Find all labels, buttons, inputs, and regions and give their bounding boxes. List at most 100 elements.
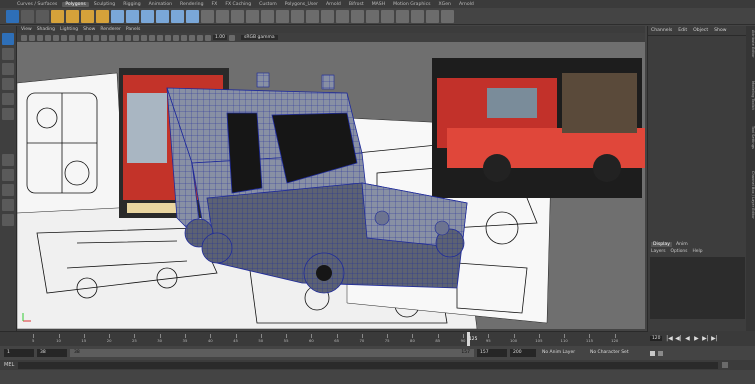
command-language-label[interactable]: MEL [4, 362, 14, 368]
anti-aliasing-icon[interactable] [157, 34, 163, 41]
side-tab-2[interactable]: Tool Settings [746, 126, 755, 149]
layer-menu-layers[interactable]: Layers [651, 249, 666, 254]
shelf-tab-1[interactable]: Polygons [62, 1, 89, 7]
viewport-menu-show[interactable]: Show [83, 27, 95, 32]
cylinder-icon[interactable] [141, 9, 154, 23]
range-handle-end[interactable]: 157 [461, 349, 470, 357]
undo-icon[interactable] [51, 9, 64, 23]
image-plane-icon[interactable] [37, 34, 43, 41]
four-view-icon[interactable] [2, 169, 14, 181]
scale-tool-icon[interactable] [2, 108, 14, 120]
torus-icon[interactable] [186, 9, 199, 23]
animation-end-field[interactable]: 200 [510, 349, 536, 357]
single-view-icon[interactable] [2, 154, 14, 166]
fill-hole-icon[interactable] [336, 9, 349, 23]
command-input[interactable] [18, 361, 719, 369]
channel-box-menu-edit[interactable]: Edit [678, 28, 687, 33]
script-editor-icon[interactable] [722, 362, 729, 368]
play-backwards-icon[interactable]: ◀ [683, 335, 691, 343]
camera-attributes-icon[interactable] [21, 34, 27, 41]
smooth-icon[interactable] [261, 9, 274, 23]
shelf-tab-2[interactable]: Sculpting [91, 2, 118, 7]
select-tool-icon[interactable] [2, 33, 14, 45]
shelf-tab-3[interactable]: Rigging [120, 2, 143, 7]
depth-of-field-icon[interactable] [165, 34, 171, 41]
animation-start-field[interactable]: 1 [4, 349, 34, 357]
playback-end-field[interactable]: 157 [477, 349, 507, 357]
shelf-tab-7[interactable]: FX Caching [222, 2, 254, 7]
step-back-key-icon[interactable]: ◀| [674, 335, 682, 343]
uv-editor-icon[interactable] [396, 9, 409, 23]
wireframe-on-shaded-icon[interactable] [109, 34, 115, 41]
wireframe-icon[interactable] [93, 34, 99, 41]
separate-icon[interactable] [216, 9, 229, 23]
channel-box-menu-object[interactable]: Object [693, 28, 708, 33]
auto-map-icon[interactable] [441, 9, 454, 23]
go-to-end-icon[interactable]: ▶| [710, 335, 718, 343]
gate-mask-icon[interactable] [69, 34, 75, 41]
shelf-tab-5[interactable]: Rendering [177, 2, 206, 7]
planar-map-icon[interactable] [411, 9, 424, 23]
character-set-dropdown[interactable]: No Character Set [587, 349, 647, 357]
plane-icon[interactable] [171, 9, 184, 23]
preferences-icon[interactable] [658, 350, 663, 356]
viewport-menu-view[interactable]: View [21, 27, 32, 32]
layer-menu-options[interactable]: Options [671, 249, 688, 254]
folder-icon[interactable] [21, 9, 34, 23]
shelf-tab-14[interactable]: XGen [436, 2, 454, 7]
persp-view-icon[interactable] [2, 214, 14, 226]
resolution-gate-icon[interactable] [61, 34, 67, 41]
viewport-menu-renderer[interactable]: Renderer [100, 27, 121, 32]
smooth-shade-icon[interactable] [101, 34, 107, 41]
lights-icon[interactable] [125, 34, 131, 41]
side-tab-1[interactable]: Modeling Toolkit [746, 81, 755, 110]
layer-tab-display[interactable]: Display [651, 242, 672, 247]
bridge-icon[interactable] [291, 9, 304, 23]
shelf-tab-0[interactable]: Curves / Surfaces [14, 2, 60, 7]
viewport-menu-panels[interactable]: Panels [126, 27, 140, 32]
mirror-icon[interactable] [276, 9, 289, 23]
side-tab-3[interactable]: Channel Box / Layer Editor [746, 171, 755, 219]
shelf-tab-4[interactable]: Animation [146, 2, 175, 7]
playback-range-bar[interactable]: 38 157 [70, 349, 474, 357]
insert-edge-loop-icon[interactable] [351, 9, 364, 23]
xray-joints-icon[interactable] [189, 34, 195, 41]
shelf-tab-9[interactable]: Polygons_User [282, 2, 321, 7]
menu-set-icon[interactable] [6, 9, 19, 23]
safe-action-icon[interactable] [85, 34, 91, 41]
side-tab-0[interactable]: Attribute Editor [746, 30, 755, 58]
motion-blur-icon[interactable] [149, 34, 155, 41]
shadows-icon[interactable] [133, 34, 139, 41]
layer-list[interactable] [650, 257, 745, 319]
multi-cut-icon[interactable] [366, 9, 379, 23]
shelf-tab-8[interactable]: Custom [256, 2, 280, 7]
xray-icon[interactable] [181, 34, 187, 41]
camera-map-icon[interactable] [426, 9, 439, 23]
extrude-icon[interactable] [306, 9, 319, 23]
boolean-icon[interactable] [246, 9, 259, 23]
range-handle-start[interactable]: 38 [74, 349, 80, 357]
shelf-tab-13[interactable]: Motion Graphics [390, 2, 433, 7]
lasso-icon[interactable] [96, 9, 109, 23]
shelf-tab-11[interactable]: Bifrost [346, 2, 367, 7]
save-icon[interactable] [36, 9, 49, 23]
cube-icon[interactable] [126, 9, 139, 23]
current-frame-field[interactable]: 120 [650, 336, 663, 341]
auto-key-icon[interactable] [650, 350, 655, 356]
shelf-tab-15[interactable]: Arnold [456, 2, 477, 7]
sphere-icon[interactable] [111, 9, 124, 23]
gamma-icon[interactable] [229, 34, 236, 41]
grid-icon[interactable] [45, 34, 51, 41]
move-tool-icon[interactable] [2, 78, 14, 90]
shelf-tab-12[interactable]: MASH [369, 2, 388, 7]
time-slider[interactable]: 5 10 15 20 25 30 35 40 45 50 55 60 65 70 75 80 85 90 95 100… [0, 331, 648, 347]
exposure-icon[interactable] [205, 34, 211, 41]
playback-start-field[interactable]: 38 [37, 349, 67, 357]
channel-box-menu-show[interactable]: Show [714, 28, 726, 33]
bevel-icon[interactable] [321, 9, 334, 23]
target-weld-icon[interactable] [381, 9, 394, 23]
viewport-menu-lighting[interactable]: Lighting [60, 27, 78, 32]
channel-box-menu-channels[interactable]: Channels [651, 28, 672, 33]
rotate-tool-icon[interactable] [2, 93, 14, 105]
combine-icon[interactable] [201, 9, 214, 23]
